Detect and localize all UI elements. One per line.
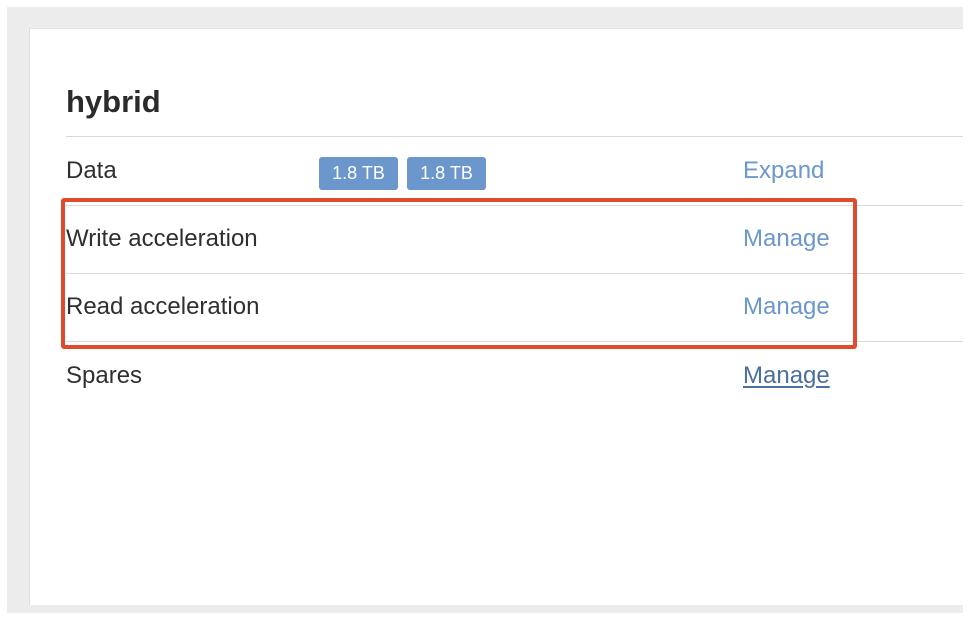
expand-link[interactable]: Expand [743,156,824,186]
data-label: Data [66,157,117,184]
manage-read-acceleration-link[interactable]: Manage [743,292,830,322]
data-capacity-badge: 1.8 TB [319,157,398,190]
data-capacity-badge: 1.8 TB [407,157,486,190]
divider [66,273,963,274]
divider [66,341,963,342]
manage-write-acceleration-link[interactable]: Manage [743,224,830,254]
divider [66,205,963,206]
read-acceleration-label: Read acceleration [66,293,260,320]
write-acceleration-label: Write acceleration [66,225,258,252]
manage-spares-link[interactable]: Manage [743,361,830,391]
spares-label: Spares [66,362,143,389]
divider [66,136,963,137]
pool-title: hybrid [66,84,161,119]
